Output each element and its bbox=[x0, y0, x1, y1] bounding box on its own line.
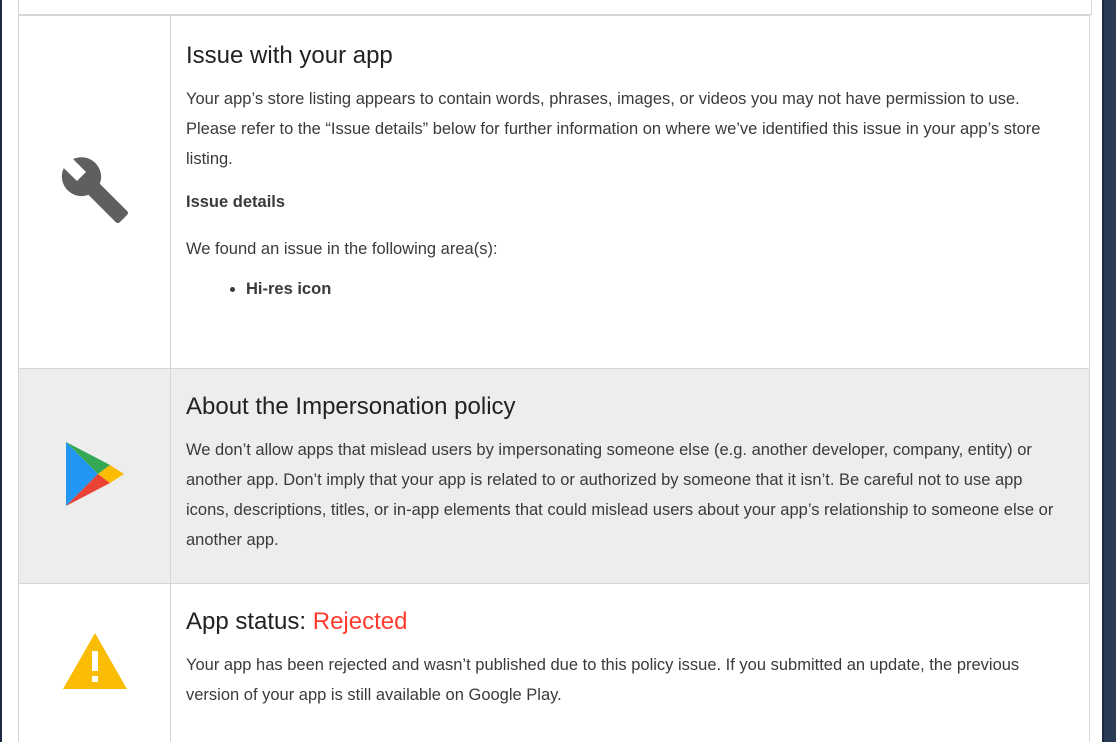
issue-content: Issue with your app Your app’s store lis… bbox=[171, 16, 1089, 368]
status-label: App status: bbox=[186, 608, 313, 635]
wrench-icon bbox=[59, 154, 131, 231]
issue-icon-cell bbox=[19, 16, 171, 368]
status-body: Your app has been rejected and wasn’t pu… bbox=[186, 656, 1020, 704]
status-row: App status: Rejected Your app has been r… bbox=[19, 583, 1089, 742]
issue-body: Your app’s store listing appears to cont… bbox=[186, 90, 1041, 168]
policy-table: Issue with your app Your app’s store lis… bbox=[18, 15, 1090, 742]
status-content: App status: Rejected Your app has been r… bbox=[171, 584, 1089, 742]
policy-body: We don’t allow apps that mislead users b… bbox=[186, 441, 1054, 549]
list-item: Hi-res icon bbox=[246, 274, 1069, 304]
issue-areas-list: Hi-res icon bbox=[186, 274, 1069, 304]
top-strip bbox=[18, 0, 1092, 15]
policy-content: About the Impersonation policy We don’t … bbox=[171, 369, 1089, 583]
issue-title: Issue with your app bbox=[186, 42, 393, 69]
warning-icon bbox=[61, 631, 129, 696]
status-icon-cell bbox=[19, 584, 171, 742]
email-frame: Issue with your app Your app’s store lis… bbox=[0, 0, 1104, 742]
issue-found-text: We found an issue in the following area(… bbox=[186, 240, 498, 258]
policy-row: About the Impersonation policy We don’t … bbox=[19, 368, 1089, 583]
status-title: App status: Rejected bbox=[186, 608, 1069, 636]
policy-title: About the Impersonation policy bbox=[186, 393, 516, 420]
google-play-icon bbox=[64, 440, 126, 513]
issue-details-heading: Issue details bbox=[186, 193, 286, 211]
issue-row: Issue with your app Your app’s store lis… bbox=[19, 15, 1089, 368]
status-badge: Rejected bbox=[312, 608, 408, 635]
policy-icon-cell bbox=[19, 369, 171, 583]
